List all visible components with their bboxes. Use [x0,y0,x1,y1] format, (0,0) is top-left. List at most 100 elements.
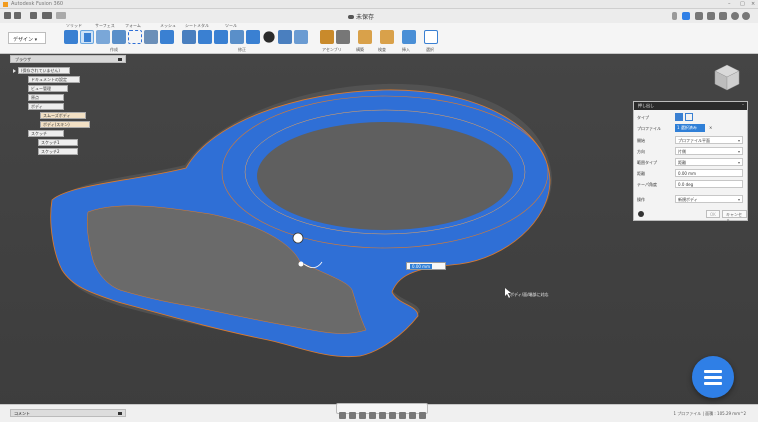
more-icon[interactable] [419,412,426,419]
comments-panel[interactable]: コメント [10,409,126,417]
new-tab-icon[interactable] [682,12,690,20]
job-status-icon[interactable] [707,12,715,20]
tab-form[interactable]: フォーム [125,23,141,29]
browser-body-smooth[interactable]: スムーズボディ [40,112,86,119]
extrude-dialog: 押し出し – タイプ プロファイル 1 選択済み × 開始 プロファイル平面 ▾ … [633,101,748,223]
fit-icon[interactable] [379,412,386,419]
distance-input[interactable]: 0.00 mm [675,169,743,177]
select-group-label[interactable]: 選択 [426,47,434,53]
insert-image-button[interactable] [402,30,416,44]
grid-settings-icon[interactable] [399,412,406,419]
browser-origin[interactable]: 原点 [28,94,64,101]
insert-group-label[interactable]: 挿入 [402,47,410,53]
maximize-icon[interactable]: □ [740,1,745,7]
measure-button[interactable] [380,30,394,44]
expand-arrow-icon[interactable] [13,69,16,73]
cancel-button[interactable]: キャンセル [722,210,747,223]
distance-heads-up-input[interactable]: 0.00 mm [406,262,446,270]
dialog-row-profile: プロファイル 1 選択済み × [637,124,713,132]
browser-named-views[interactable]: ビュー管理 [28,85,68,92]
minimize-icon[interactable]: – [728,1,731,7]
browser-sketch-2[interactable]: スケッチ2 [38,148,78,155]
collapse-icon[interactable]: – [742,102,744,107]
new-sketch-button[interactable] [64,30,78,44]
pan-icon[interactable] [359,412,366,419]
notifications-icon[interactable] [731,12,739,20]
clear-selection-icon[interactable]: × [709,125,712,130]
extensions-icon[interactable] [719,12,727,20]
help-icon[interactable] [742,12,750,20]
select-button[interactable] [424,30,438,44]
offset-plane-button[interactable] [358,30,372,44]
close-icon[interactable]: × [751,1,755,7]
pin-icon[interactable] [118,58,122,61]
browser-root-node[interactable]: (保存されていません) [18,67,70,74]
save-icon[interactable] [30,12,37,19]
extent-select[interactable]: 距離 ▾ [675,158,743,166]
ok-button[interactable]: OK [706,210,720,218]
joint-button[interactable] [336,30,350,44]
assemble-group-label[interactable]: アセンブリ [322,47,342,53]
viewcube[interactable] [712,62,742,92]
info-icon[interactable] [638,211,644,217]
rib-button[interactable] [144,30,158,44]
undo-icon[interactable] [42,12,52,19]
shell-button[interactable] [230,30,244,44]
tab-sheet-metal[interactable]: シートメタル [185,23,209,29]
operation-select[interactable]: 新規ボディ ▾ [675,195,743,203]
direction-select[interactable]: 片側 ▾ [675,147,743,155]
dialog-row-extent: 範囲タイプ 距離 ▾ [637,157,745,167]
display-settings-icon[interactable] [389,412,396,419]
browser-panel-header[interactable]: ブラウザ [10,55,126,63]
data-panel-icon[interactable] [695,12,703,20]
revolve-button[interactable] [96,30,110,44]
press-pull-button[interactable] [182,30,196,44]
dialog-row-taper: テーパ角度 0.0 deg [637,179,745,189]
taper-angle-input[interactable]: 0.0 deg [675,180,743,188]
new-component-button[interactable] [320,30,334,44]
fillet-button[interactable] [198,30,212,44]
zoom-icon[interactable] [369,412,376,419]
browser-document-settings[interactable]: ドキュメントの設定 [28,76,80,83]
browser-bodies[interactable]: ボディ [28,103,64,110]
ring-inner-face [257,122,513,230]
dialog-row-start: 開始 プロファイル平面 ▾ [637,135,745,145]
extrude-button[interactable] [80,30,94,44]
construct-group-label[interactable]: 構築 [356,47,364,53]
orbit-icon[interactable] [339,412,346,419]
align-button[interactable] [278,30,292,44]
combine-button[interactable] [246,30,260,44]
viewports-icon[interactable] [409,412,416,419]
comments-pin-icon[interactable] [118,412,122,415]
ribbon: ソリッド サーフェス フォーム メッシュ シートメタル ツール デザイン ▾ 作… [0,23,758,54]
tab-mesh[interactable]: メッシュ [160,23,176,29]
tab-surface[interactable]: サーフェス [95,23,115,29]
redo-icon[interactable] [56,12,66,19]
app-window: Autodesk Fusion 360 – □ × 未保存 ソリッド サーフェス… [0,0,758,422]
browser-sketches[interactable]: スケッチ [28,130,64,137]
workspace-switcher[interactable]: デザイン ▾ [8,32,46,44]
inspect-group-label[interactable]: 検査 [378,47,386,53]
tab-tools[interactable]: ツール [225,23,237,29]
extrude-type-thin-icon[interactable] [685,113,693,121]
move-icon[interactable] [263,31,275,43]
browser-body-skin[interactable]: ボディ(スキン) [40,121,90,128]
start-select[interactable]: プロファイル平面 ▾ [675,136,743,144]
create-group-label[interactable]: 作成 [110,47,118,53]
dialog-title[interactable]: 押し出し – [634,102,747,110]
browser-sketch-1[interactable]: スケッチ1 [38,139,78,146]
floating-menu-button[interactable] [692,356,734,398]
extrude-type-solid-icon[interactable] [675,113,683,121]
hole-button[interactable] [160,30,174,44]
delete-button[interactable] [294,30,308,44]
sweep-button[interactable] [112,30,126,44]
grid-menu-icon[interactable] [4,12,11,19]
look-at-icon[interactable] [349,412,356,419]
close-tab-icon[interactable] [672,12,677,20]
profile-selection-chip[interactable]: 1 選択済み [675,124,705,132]
tab-solid[interactable]: ソリッド [66,23,82,29]
loft-button[interactable] [128,30,142,44]
modify-group-label[interactable]: 修正 [238,47,246,53]
file-icon[interactable] [14,12,21,19]
chamfer-button[interactable] [214,30,228,44]
